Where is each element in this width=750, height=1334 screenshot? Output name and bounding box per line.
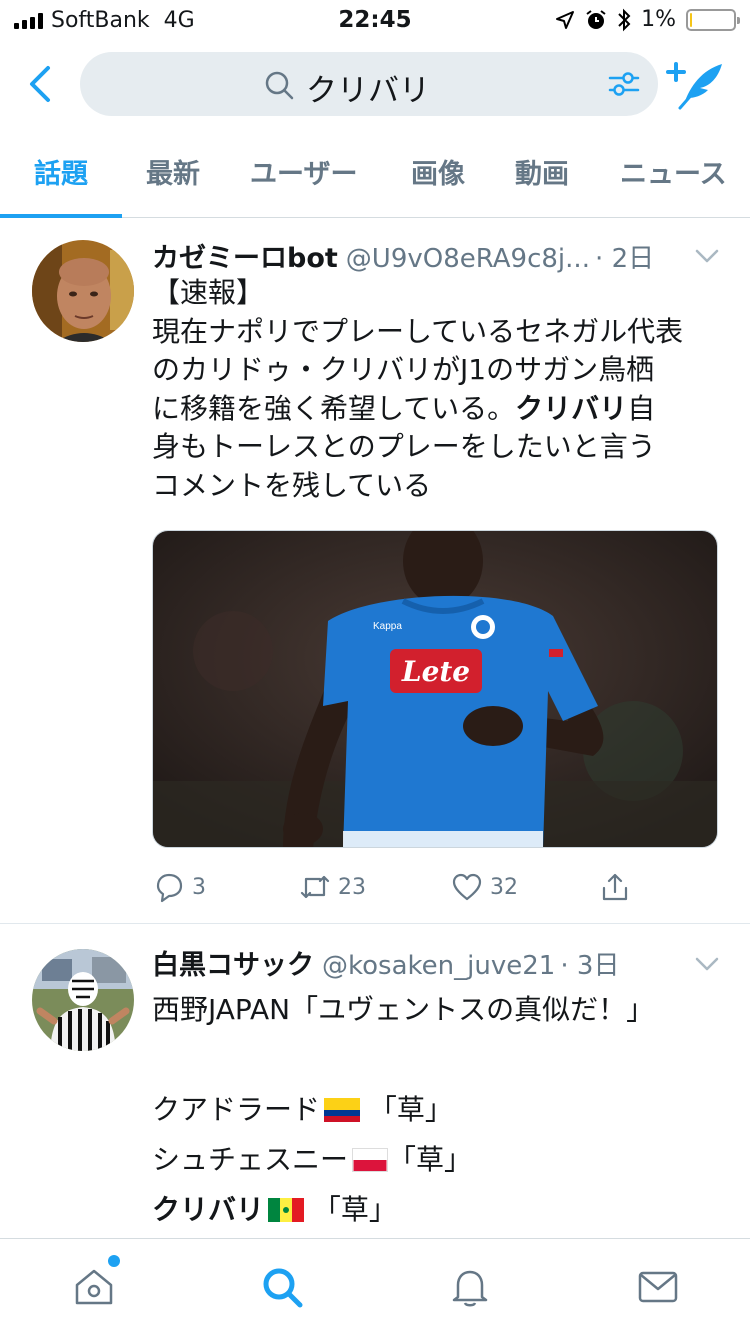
tweet-header: 白黒コサック @kosaken_juve21 · 3日: [152, 943, 724, 983]
tweet-text-segment: に移籍を強く希望している。: [152, 391, 516, 425]
tweet-text: 西野JAPAN「ユヴェントスの真似だ！」 クアドラード 「草」 シュチェスニー「…: [152, 985, 722, 1235]
tweet-text-line: クリバリ 「草」: [152, 1185, 722, 1235]
tweet-media-photo[interactable]: Lete Kappa: [152, 530, 718, 848]
tweet-text-segment: 「草」: [304, 1193, 397, 1226]
messages-icon: [638, 1271, 678, 1303]
caret-down-icon[interactable]: [694, 248, 720, 264]
tweet-text-segment: シュチェスニー: [152, 1143, 349, 1176]
tab-top[interactable]: 話題: [34, 152, 88, 191]
senegal-flag-icon: [268, 1198, 305, 1222]
tweet-text: 【速報】 現在ナポリでプレーしているセネガル代表 のカリドゥ・クリバリがJ1のサ…: [152, 274, 722, 505]
bottom-tab-bar: [0, 1238, 750, 1334]
explore-icon: [263, 1268, 303, 1308]
caret-down-icon[interactable]: [694, 956, 720, 972]
avatar[interactable]: [32, 240, 134, 342]
tab-explore[interactable]: [260, 1265, 304, 1309]
tweet-time: · 3日: [560, 951, 620, 981]
compose-icon[interactable]: [666, 56, 726, 112]
tab-latest[interactable]: 最新: [146, 152, 200, 191]
status-right: 1%: [555, 7, 740, 32]
search-query: クリバリ: [306, 73, 430, 109]
tweet-text-line: コメントを残している: [152, 468, 432, 502]
avatar[interactable]: [32, 949, 134, 1051]
tweet-time: · 2日: [595, 244, 655, 274]
tab-news[interactable]: ニュース: [620, 152, 727, 191]
new-content-dot: [108, 1255, 120, 1267]
tweet-text-line: 【速報】: [152, 276, 265, 309]
tweet-text-line: 現在ナポリでプレーしているセネガル代表: [152, 314, 684, 348]
home-icon: [75, 1269, 113, 1305]
tab-home[interactable]: [72, 1255, 120, 1309]
retweet-button[interactable]: 23: [298, 870, 366, 904]
search-highlight: クリバリ: [152, 1193, 265, 1226]
tweet[interactable]: 白黒コサック @kosaken_juve21 · 3日 西野JAPAN「ユヴェント…: [0, 925, 750, 1237]
alarm-icon: [586, 9, 606, 29]
back-arrow-icon[interactable]: [24, 62, 58, 106]
tweet-text-line: のカリドゥ・クリバリがJ1のサガン鳥栖: [152, 353, 655, 386]
tweet-text-line: シュチェスニー 「草」: [152, 1135, 722, 1185]
battery-icon: [686, 8, 740, 31]
like-count: 32: [490, 874, 518, 900]
reply-icon: [156, 873, 183, 903]
tweet-text-segment: 「草」: [388, 1143, 473, 1176]
tab-images[interactable]: 画像: [411, 152, 465, 191]
author-handle[interactable]: @U9vO8eRA9c8j...: [346, 244, 590, 274]
share-button[interactable]: [598, 870, 632, 904]
battery-percent: 1%: [641, 7, 676, 32]
filter-icon[interactable]: [608, 68, 640, 100]
notifications-icon: [452, 1270, 488, 1307]
share-icon: [602, 873, 628, 901]
tweet-text-line: 西野JAPAN「ユヴェントスの真似だ！」: [152, 993, 655, 1026]
tab-videos[interactable]: 動画: [515, 152, 569, 191]
tweet-header: カゼミーロbot @U9vO8eRA9c8j... · 2日: [152, 236, 724, 276]
author-name[interactable]: 白黒コサック: [152, 950, 314, 981]
search-highlight: クリバリ: [515, 391, 628, 425]
search-tabs: 話題 最新 ユーザー 画像 動画 ニュース: [0, 130, 750, 218]
tweet[interactable]: カゼミーロbot @U9vO8eRA9c8j... · 2日 【速報】 現在ナポリ…: [0, 218, 750, 924]
tweet-text-line: に移籍を強く希望している。クリバリ自: [152, 390, 722, 429]
retweet-icon: [300, 875, 330, 899]
like-button[interactable]: 32: [450, 870, 518, 904]
search-input[interactable]: クリバリ: [80, 52, 658, 116]
author-name[interactable]: カゼミーロbot: [152, 243, 338, 274]
location-icon: [556, 10, 575, 29]
bluetooth-icon: [618, 8, 631, 31]
poland-flag-icon: [352, 1148, 389, 1172]
author-handle[interactable]: @kosaken_juve21: [322, 951, 555, 981]
search-icon: [265, 71, 294, 100]
tweet-actions: 3 23 32: [152, 870, 722, 910]
tweet-text-line: クアドラード 「草」: [152, 1085, 722, 1135]
tweet-text-segment: クアドラード: [152, 1093, 321, 1126]
tweet-text-line: 身もトーレスとのプレーをしたいと言う: [152, 430, 656, 463]
like-icon: [452, 873, 482, 901]
reply-button[interactable]: 3: [152, 870, 206, 904]
media-sponsor-logo: Lete: [401, 655, 470, 688]
tweet-text-segment: 自: [627, 391, 656, 425]
search-header: クリバリ: [0, 40, 750, 130]
tweet-text-segment: 「草」: [360, 1093, 453, 1126]
tab-messages[interactable]: [636, 1265, 680, 1309]
reply-count: 3: [192, 874, 206, 900]
media-brand-logo: Kappa: [373, 621, 402, 632]
status-bar: SoftBank 4G 22:45 1%: [0, 0, 750, 40]
retweet-count: 23: [338, 874, 366, 900]
colombia-flag-icon: [324, 1098, 361, 1122]
tab-users[interactable]: ユーザー: [250, 152, 357, 191]
tab-notifications[interactable]: [448, 1265, 492, 1309]
